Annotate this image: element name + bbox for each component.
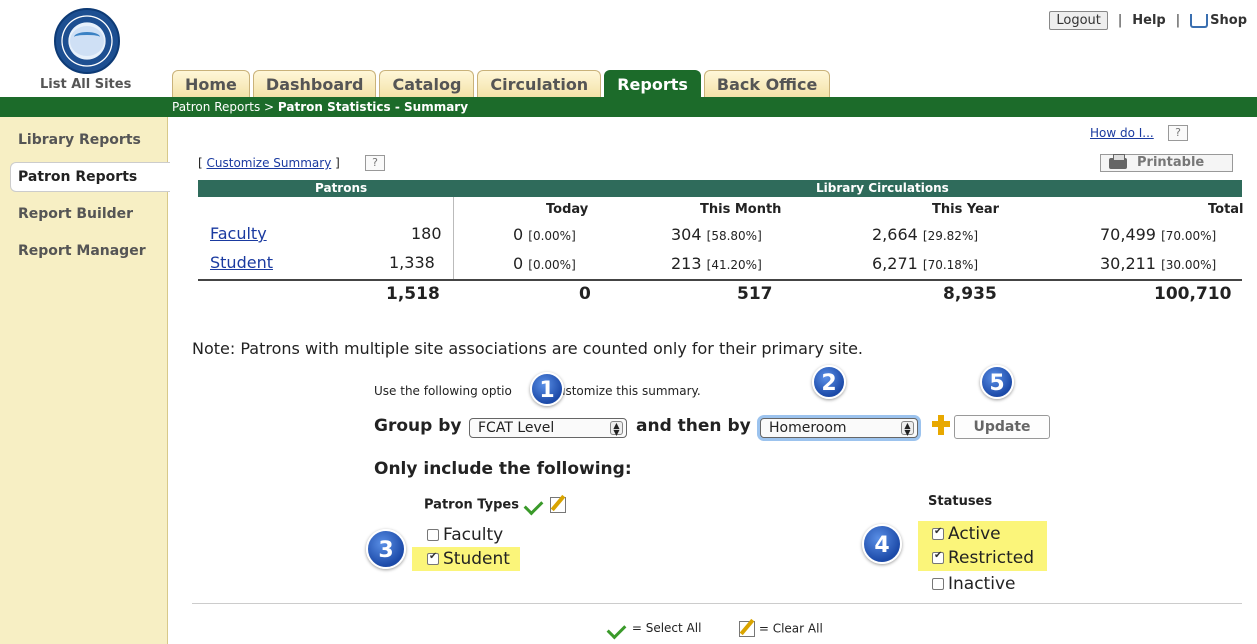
year-cell: 2,664 [29.82%]: [872, 225, 979, 244]
callout-badge-4: 4: [862, 524, 902, 564]
update-button[interactable]: Update: [954, 415, 1050, 439]
tab-home[interactable]: Home: [172, 70, 250, 97]
patron-count: 1,338: [389, 253, 435, 272]
then-by-select[interactable]: Homeroom ▲ ▼: [760, 418, 918, 438]
total-year: 8,935: [943, 284, 997, 304]
col-this-year: This Year: [932, 202, 1000, 217]
patron-type-link-student[interactable]: Student: [210, 253, 273, 272]
sidebar-item-patron-reports[interactable]: Patron Reports: [18, 169, 137, 185]
note-text: Note: Patrons with multiple site associa…: [192, 339, 864, 358]
table-header-bar: Patrons Library Circulations: [198, 180, 1242, 197]
tab-reports[interactable]: Reports: [604, 70, 701, 97]
shop-link[interactable]: Shop: [1190, 13, 1247, 28]
checkbox-faculty[interactable]: Faculty: [427, 525, 503, 545]
callout-badge-3: 3: [366, 529, 406, 569]
sidebar-item-report-manager[interactable]: Report Manager: [18, 243, 146, 259]
customize-summary-link[interactable]: Customize Summary: [207, 156, 332, 170]
printable-button[interactable]: Printable: [1100, 154, 1233, 172]
then-by-label: and then by: [636, 416, 751, 436]
total-month: 517: [737, 284, 773, 304]
select-arrows-icon: ▲ ▼: [901, 421, 914, 437]
tab-catalog[interactable]: Catalog: [379, 70, 475, 97]
tab-circulation[interactable]: Circulation: [477, 70, 602, 97]
separator: |: [1175, 13, 1181, 28]
callout-badge-1: 1: [530, 372, 564, 406]
group-by-select[interactable]: FCAT Level ▲ ▼: [469, 418, 627, 438]
printable-label: Printable: [1137, 155, 1205, 170]
tab-back-office[interactable]: Back Office: [703, 70, 831, 97]
month-cell: 304 [58.80%]: [671, 225, 762, 244]
col-this-month: This Month: [700, 202, 782, 217]
breadcrumb-current: Patron Statistics - Summary: [277, 100, 469, 114]
legend-select-all: = Select All: [606, 621, 702, 636]
help-icon[interactable]: ?: [1168, 125, 1188, 141]
clear-all-icon: [739, 621, 755, 637]
total-patrons: 1,518: [386, 284, 440, 304]
circulations-header: Library Circulations: [816, 181, 949, 195]
logout-button[interactable]: Logout: [1049, 11, 1108, 30]
total-cell: 30,211 [30.00%]: [1100, 254, 1217, 273]
select-arrows-icon: ▲ ▼: [610, 421, 623, 437]
patron-count: 180: [411, 224, 442, 243]
breadcrumb-parent[interactable]: Patron Reports >: [172, 100, 278, 114]
totals-divider: [198, 279, 1242, 281]
tab-dashboard[interactable]: Dashboard: [252, 70, 377, 97]
sidebar-item-library-reports[interactable]: Library Reports: [18, 132, 141, 148]
total-cell: 70,499 [70.00%]: [1100, 225, 1217, 244]
today-cell: 0 [0.00%]: [513, 225, 576, 244]
callout-badge-5: 5: [980, 365, 1014, 399]
breadcrumb: Patron Reports > Patron Statistics - Sum…: [172, 100, 468, 114]
checkbox-inactive[interactable]: Inactive: [932, 574, 1015, 594]
bracket-close: ]: [331, 156, 340, 170]
list-all-sites-link[interactable]: List All Sites: [40, 77, 131, 92]
printer-icon: [1109, 154, 1127, 169]
legend-clear-all: = Clear All: [739, 621, 823, 637]
top-links: Logout | Help | Shop: [1049, 11, 1247, 30]
group-by-label: Group by: [374, 416, 462, 436]
column-divider: [453, 197, 454, 279]
main-tabs: Home Dashboard Catalog Circulation Repor…: [172, 70, 831, 97]
cart-icon: [1190, 13, 1209, 28]
only-include-heading: Only include the following:: [374, 459, 632, 479]
group-by-value: FCAT Level: [478, 420, 555, 436]
then-by-value: Homeroom: [769, 420, 847, 436]
shop-label: Shop: [1210, 13, 1247, 28]
checkbox-box: [932, 550, 944, 564]
help-link[interactable]: Help: [1132, 13, 1165, 28]
school-logo[interactable]: [54, 8, 120, 74]
help-icon[interactable]: ?: [365, 155, 385, 171]
patron-type-link-faculty[interactable]: Faculty: [210, 224, 267, 243]
separator: |: [1117, 13, 1123, 28]
select-all-icon[interactable]: [523, 498, 545, 512]
checkbox-box: [932, 578, 944, 590]
divider: [192, 603, 1242, 604]
checkbox-box: [932, 526, 944, 540]
checkbox-active[interactable]: Active: [932, 524, 1001, 544]
clear-all-icon[interactable]: [550, 497, 567, 513]
col-total: Total: [1208, 202, 1244, 217]
total-today: 0: [579, 284, 591, 304]
month-cell: 213 [41.20%]: [671, 254, 762, 273]
col-today: Today: [546, 202, 589, 217]
checkbox-box: [427, 551, 439, 565]
sidebar: Library Reports Patron Reports Report Bu…: [0, 117, 170, 644]
checkbox-restricted[interactable]: Restricted: [932, 548, 1034, 568]
sidebar-item-report-builder[interactable]: Report Builder: [18, 206, 133, 222]
total-total: 100,710: [1154, 284, 1232, 304]
bracket-open: [: [198, 156, 207, 170]
year-cell: 6,271 [70.18%]: [872, 254, 979, 273]
add-grouping-icon[interactable]: [930, 413, 952, 439]
today-cell: 0 [0.00%]: [513, 254, 576, 273]
customize-summary: [ Customize Summary ]: [198, 156, 340, 170]
how-do-i-link[interactable]: How do I...: [1090, 126, 1154, 140]
checkbox-student[interactable]: Student: [427, 549, 510, 569]
statuses-heading: Statuses: [928, 494, 993, 509]
callout-badge-2: 2: [812, 365, 846, 399]
patron-types-heading: Patron Types: [424, 497, 567, 513]
checkbox-box: [427, 529, 439, 541]
select-all-icon: [606, 622, 628, 636]
patrons-header: Patrons: [315, 181, 368, 195]
